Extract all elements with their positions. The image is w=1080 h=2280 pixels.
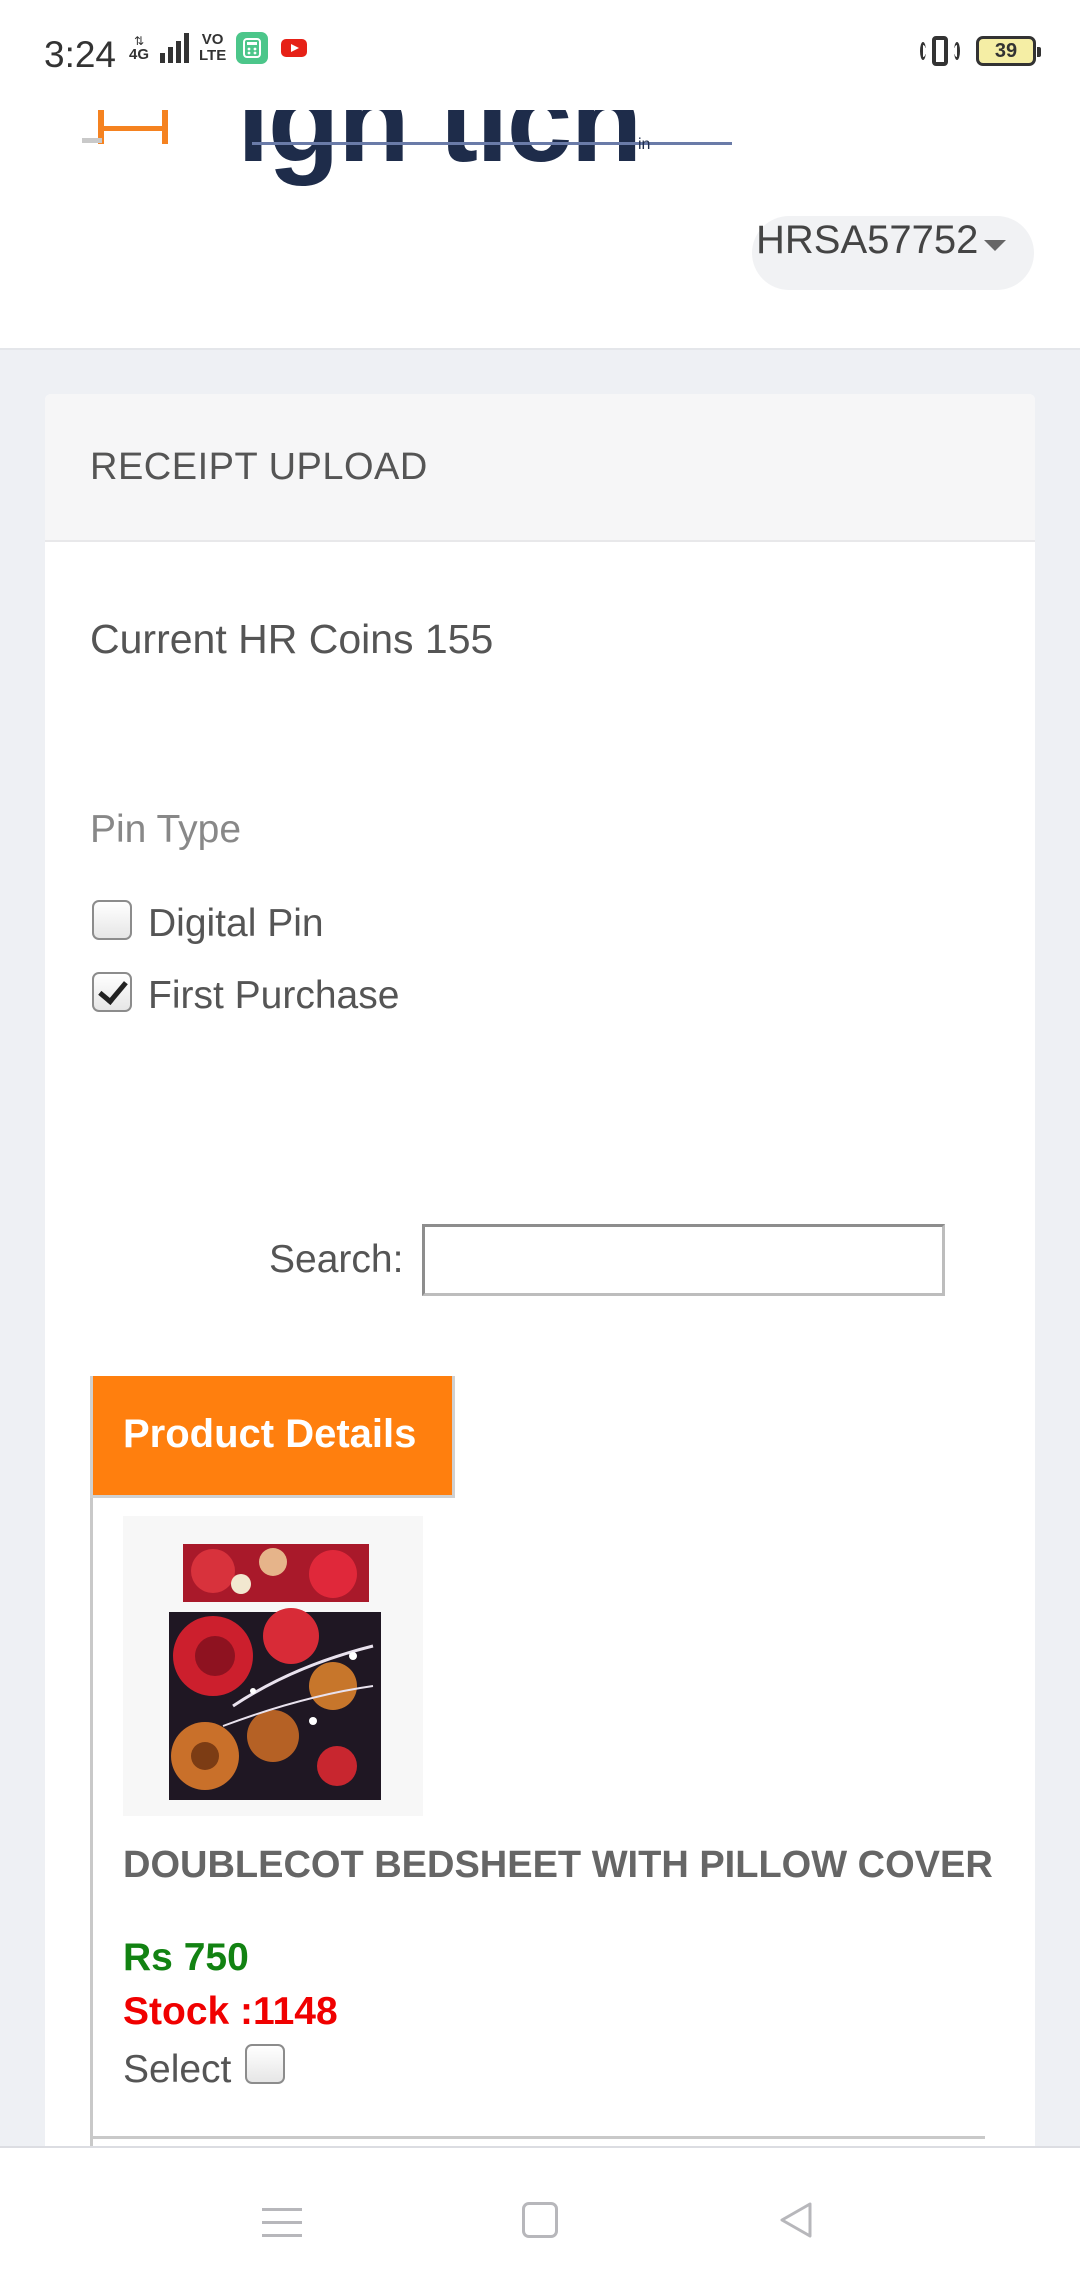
select-row[interactable]: Select	[123, 2036, 286, 2092]
volte-indicator: VO LTE	[199, 31, 227, 64]
select-label: Select	[123, 2048, 232, 2091]
table-header[interactable]: Product Details	[90, 1376, 455, 1498]
sort-arrows-icon: ⇅	[133, 33, 145, 48]
pin-option-first-purchase[interactable]: First Purchase	[92, 966, 399, 1018]
logo-underline	[252, 142, 732, 145]
digital-pin-checkbox[interactable]	[92, 900, 132, 940]
youtube-icon	[278, 32, 311, 64]
pin-option-digital[interactable]: Digital Pin	[92, 894, 324, 946]
back-icon[interactable]	[776, 2200, 816, 2240]
receipt-upload-card: RECEIPT UPLOAD Current HR Coins 155 Pin …	[45, 394, 1035, 2156]
network-type: 4G	[128, 45, 149, 63]
product-table: Product Details DOUBLECOT BEDSHEET WITH …	[90, 1376, 993, 2156]
status-right: 39	[920, 34, 1041, 68]
pin-type-label: Pin Type	[90, 808, 242, 851]
status-bar: 3:24 ⇅ 4G VO LTE 39	[0, 0, 1080, 110]
navigation-bar	[0, 2146, 1080, 2280]
battery-level: 39	[994, 39, 1018, 62]
calculator-app-icon	[236, 32, 269, 64]
select-checkbox[interactable]	[245, 2044, 286, 2084]
home-icon[interactable]	[522, 2202, 558, 2238]
status-icons: ⇅ 4G VO LTE	[128, 31, 311, 64]
user-dropdown[interactable]: HRSA57752	[752, 216, 1034, 290]
product-name: DOUBLECOT BEDSHEET WITH PILLOW COVER	[123, 1844, 993, 1886]
search-input[interactable]	[422, 1224, 945, 1296]
table-divider	[93, 2136, 985, 2139]
product-price: Rs 750	[123, 1936, 249, 1979]
coins-balance: Current HR Coins 155	[90, 616, 494, 662]
search-label: Search:	[269, 1238, 404, 1281]
menu-icon[interactable]	[262, 2208, 302, 2247]
card-header: RECEIPT UPLOAD	[45, 394, 1035, 542]
product-image	[123, 1516, 423, 1816]
digital-pin-label: Digital Pin	[148, 902, 324, 945]
signal-icon	[160, 33, 189, 63]
table-header-label: Product Details	[123, 1412, 417, 1456]
logo-suffix: in	[638, 136, 651, 153]
caret-down-icon	[984, 240, 1006, 251]
product-stock: Stock :1148	[123, 1990, 338, 2033]
network-indicator: ⇅ 4G	[128, 35, 150, 62]
status-time: 3:24	[44, 34, 117, 75]
battery-icon: 39	[976, 36, 1041, 66]
vibrate-icon	[920, 34, 960, 68]
card-title: RECEIPT UPLOAD	[90, 446, 428, 488]
first-purchase-checkbox[interactable]	[92, 972, 132, 1012]
first-purchase-label: First Purchase	[148, 974, 400, 1017]
user-id: HRSA57752	[756, 218, 979, 262]
